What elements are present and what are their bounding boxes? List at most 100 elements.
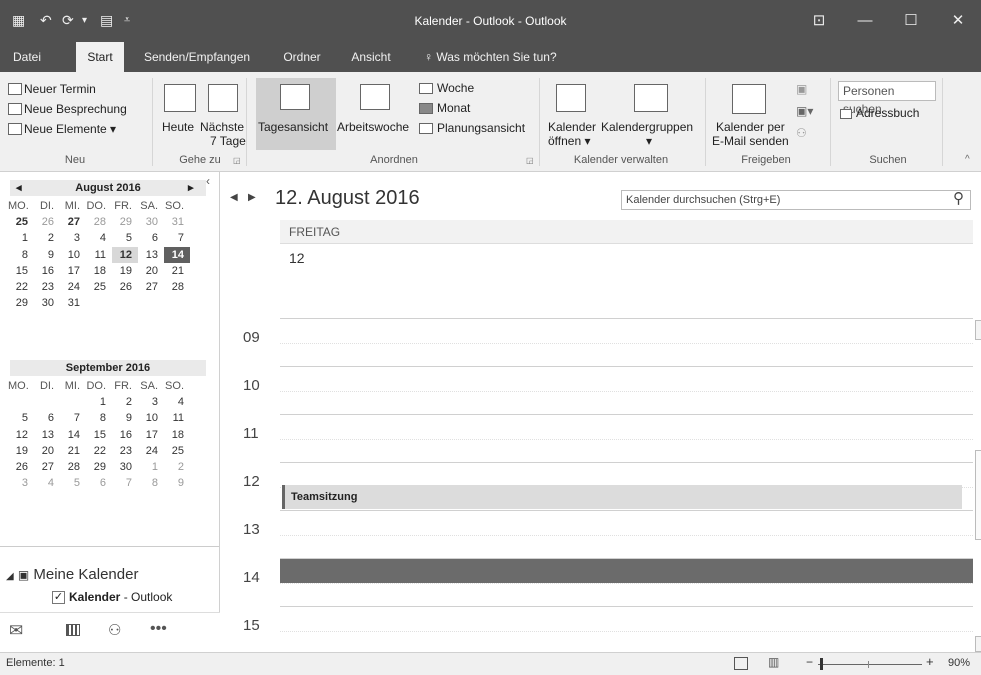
collapse-pane-icon[interactable]: ‹ (206, 174, 210, 188)
minical-day[interactable]: 12 (112, 246, 138, 263)
minical-day[interactable]: 4 (34, 475, 60, 491)
print-icon[interactable]: ▤ (100, 12, 113, 29)
people-icon[interactable]: ⚇ (108, 621, 121, 639)
tab-senden-empfangen[interactable]: Senden/Empfangen (138, 42, 256, 72)
zoom-in-icon[interactable]: + (926, 654, 934, 669)
minical-prev-icon[interactable]: ◂ (16, 180, 22, 196)
zoom-slider-track[interactable] (818, 664, 922, 665)
minical-day[interactable]: 28 (164, 279, 190, 295)
minical-day[interactable]: 7 (112, 475, 138, 491)
maximize-button[interactable]: ☐ (888, 0, 934, 42)
normal-view-icon[interactable] (734, 657, 748, 670)
dialog-launcher-icon[interactable]: ◲ (233, 156, 241, 165)
minical-day[interactable]: 28 (86, 214, 112, 230)
minical-day[interactable]: 16 (112, 427, 138, 443)
minical-day[interactable]: 5 (60, 475, 86, 491)
new-items-button[interactable]: Neue Elemente ▾ (24, 122, 116, 136)
minical-day[interactable]: 20 (34, 443, 60, 459)
selected-time-slot[interactable] (280, 559, 973, 583)
minical-day[interactable]: 26 (112, 279, 138, 295)
calendar-groups-dropdown-icon[interactable]: ▾ (646, 134, 652, 148)
minical-day[interactable]: 3 (8, 475, 34, 491)
publish-online-icon[interactable]: ▣▾ (796, 104, 813, 118)
open-calendar-button[interactable]: Kalender (548, 120, 596, 134)
minical-day[interactable]: 22 (8, 279, 34, 295)
minical-day[interactable]: 31 (60, 295, 86, 311)
day-view-button[interactable]: Tagesansicht (256, 78, 336, 150)
send-receive-icon[interactable]: ⟳ (62, 12, 74, 29)
minimize-button[interactable]: — (842, 0, 888, 42)
outlook-app-icon[interactable]: ▦ (12, 12, 25, 29)
minical-day[interactable]: 18 (86, 263, 112, 279)
vertical-scrollbar[interactable] (975, 450, 981, 540)
minical-day[interactable]: 29 (86, 459, 112, 475)
minical-day[interactable]: 25 (164, 443, 190, 459)
minical-day[interactable]: 12 (8, 427, 34, 443)
minical-day[interactable]: 21 (164, 263, 190, 279)
minical-day[interactable]: 18 (164, 427, 190, 443)
search-icon[interactable]: ⚲ (953, 189, 964, 207)
minical-day[interactable]: 9 (34, 247, 60, 263)
minical-day[interactable]: 4 (86, 230, 112, 246)
minical-day[interactable]: 11 (164, 410, 190, 426)
minical-day[interactable]: 8 (138, 475, 164, 491)
zoom-out-icon[interactable]: − (806, 655, 813, 669)
work-week-button[interactable]: Arbeitswoche (337, 120, 409, 134)
minical-day[interactable]: 2 (164, 459, 190, 475)
prev-day-icon[interactable]: ◀ (230, 192, 238, 203)
minical-day[interactable]: 29 (8, 295, 34, 311)
minical-day[interactable]: 8 (8, 247, 34, 263)
mail-icon[interactable]: ✉ (9, 621, 23, 641)
hour-row[interactable] (280, 318, 973, 366)
minical-day[interactable]: 3 (60, 230, 86, 246)
tab-ordner[interactable]: Ordner (274, 42, 330, 72)
hour-row[interactable] (280, 510, 973, 558)
minical-day[interactable]: 15 (8, 263, 34, 279)
tab-datei[interactable]: Datei (4, 42, 50, 72)
minical-day[interactable]: 17 (60, 263, 86, 279)
hour-row[interactable] (280, 414, 973, 462)
dialog-launcher-icon[interactable]: ◲ (526, 156, 534, 165)
minical-day[interactable]: 30 (138, 214, 164, 230)
minical-day[interactable]: 13 (34, 427, 60, 443)
minical-day[interactable]: 9 (164, 475, 190, 491)
calendar-icon[interactable] (66, 624, 80, 636)
minical-day[interactable]: 2 (112, 394, 138, 410)
minical-day[interactable]: 30 (34, 295, 60, 311)
ribbon-display-options-button[interactable]: ⊡ (796, 0, 842, 42)
minical-day[interactable]: 22 (86, 443, 112, 459)
collapse-ribbon-icon[interactable]: ^ (965, 154, 970, 165)
minical-day[interactable]: 23 (34, 279, 60, 295)
undo-icon[interactable]: ↶ (40, 12, 52, 29)
minical-day[interactable]: 10 (138, 410, 164, 426)
minical-day[interactable]: 11 (86, 247, 112, 263)
minical-day[interactable]: 26 (8, 459, 34, 475)
minical-day[interactable]: 24 (138, 443, 164, 459)
minical-day[interactable]: 6 (138, 230, 164, 246)
close-button[interactable]: ✕ (935, 0, 981, 42)
minical-day[interactable]: 28 (60, 459, 86, 475)
week-button[interactable]: Woche (437, 81, 474, 95)
today-button[interactable]: Heute (162, 120, 194, 134)
people-search-input[interactable]: Personen suchen (838, 81, 936, 116)
minical-day[interactable]: 31 (164, 214, 190, 230)
more-icon[interactable]: ••• (150, 620, 167, 638)
minical-day[interactable]: 3 (138, 394, 164, 410)
next-7-days-button[interactable]: Nächste (200, 120, 244, 134)
month-button[interactable]: Monat (437, 101, 470, 115)
minical-day[interactable]: 9 (112, 410, 138, 426)
minical-day[interactable]: 1 (8, 230, 34, 246)
minical-day[interactable]: 5 (112, 230, 138, 246)
minical-day[interactable]: 7 (164, 230, 190, 246)
calendar-folder-item[interactable]: ✓ Kalender - Outlook (52, 590, 172, 604)
calendar-permissions-icon[interactable]: ⚇ (796, 126, 807, 140)
event-teamsitzung[interactable]: Teamsitzung (282, 485, 962, 509)
minical-day[interactable]: 5 (8, 410, 34, 426)
minical-day[interactable]: 27 (138, 279, 164, 295)
minical-day[interactable]: 6 (86, 475, 112, 491)
minical-day[interactable]: 1 (86, 394, 112, 410)
minical-day[interactable]: 25 (86, 279, 112, 295)
zoom-slider-thumb[interactable] (820, 658, 823, 670)
customize-qat-icon[interactable]: ⩡ (124, 14, 130, 27)
minical-day[interactable]: 29 (112, 214, 138, 230)
